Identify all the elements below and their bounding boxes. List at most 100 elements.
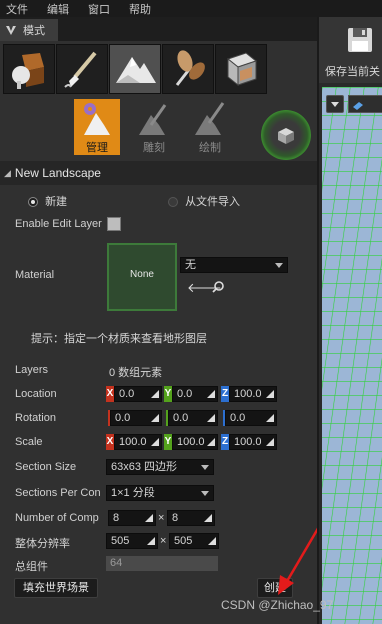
menu-file[interactable]: 文件 — [6, 1, 28, 17]
total-components-value: 64 — [106, 556, 218, 571]
manage-tool-button[interactable]: 管理 — [74, 99, 120, 155]
scale-y-axis: Y — [164, 434, 172, 450]
snap-tool-icon[interactable] — [261, 110, 311, 160]
rotation-y-value: 0.0 — [173, 412, 189, 424]
total-components-label: 总组件 — [15, 561, 48, 573]
material-thumbnail-text: None — [130, 269, 154, 280]
tab-modes[interactable]: 模式 — [0, 19, 58, 41]
rotation-x-value: 0.0 — [115, 412, 131, 424]
landscape-mode-icon — [116, 57, 156, 83]
drag-handle-icon — [145, 514, 153, 522]
overall-res-x-field[interactable]: 505 — [106, 533, 158, 549]
location-x-value: 0.0 — [119, 388, 135, 400]
drag-handle-icon — [266, 438, 274, 446]
cube-icon — [278, 128, 294, 144]
fill-world-button[interactable]: 填充世界场景 — [14, 578, 98, 598]
browse-search-icon[interactable] — [211, 280, 225, 297]
menu-help[interactable]: 帮助 — [129, 1, 151, 17]
manage-tool-icon — [84, 103, 110, 135]
scale-z-value: 100.0 — [234, 436, 262, 448]
number-of-comp-y-value: 8 — [172, 512, 179, 524]
paint-mode-button[interactable] — [56, 44, 108, 94]
enable-edit-layer-label: Enable Edit Layer — [15, 218, 102, 230]
sculpt-tool-icon — [139, 104, 167, 135]
place-mode-button[interactable] — [3, 44, 55, 94]
scale-x-field[interactable]: 100.0 — [114, 434, 162, 450]
location-z-field[interactable]: 100.0 — [229, 386, 277, 402]
sections-per-comp-combo[interactable]: 1×1 分段 — [106, 485, 214, 501]
geometry-mode-button[interactable] — [215, 44, 267, 94]
drag-handle-icon — [266, 390, 274, 398]
viewport-mode-button[interactable] — [348, 95, 382, 113]
section-size-combo[interactable]: 63x63 四边形 — [106, 459, 214, 475]
paint-brush-icon — [195, 102, 225, 135]
section-size-label: Section Size — [15, 461, 77, 473]
save-current-button[interactable]: 保存当前关 — [319, 17, 382, 83]
save-current-label: 保存当前关 — [325, 66, 380, 78]
landscape-grid — [322, 87, 382, 624]
overall-res-x-value: 505 — [111, 535, 130, 547]
foliage-mode-button[interactable] — [162, 44, 214, 94]
number-of-comp-sep: × — [158, 512, 165, 524]
tab-modes-label: 模式 — [23, 25, 45, 37]
section-size-value: 63x63 四边形 — [111, 461, 178, 473]
location-y-field[interactable]: 0.0 — [172, 386, 218, 402]
save-icon — [348, 28, 372, 52]
modes-panel: 模式 管理 雕刻 绘制 ◢ New Landscape 新建 从文件导入 Ena… — [0, 17, 322, 624]
material-thumbnail[interactable]: None — [107, 243, 177, 311]
paint-tool-label: 绘制 — [199, 142, 221, 154]
number-of-comp-y-field[interactable]: 8 — [167, 510, 215, 526]
scale-z-axis: Z — [221, 434, 229, 450]
section-header[interactable]: ◢ New Landscape — [0, 161, 317, 185]
level-editor-area: 保存当前关 — [317, 17, 382, 624]
radio-new[interactable]: 新建 — [28, 193, 67, 209]
material-combo-value: 无 — [185, 259, 196, 271]
perspective-icon — [353, 102, 363, 110]
radio-new-label: 新建 — [45, 196, 68, 208]
drag-handle-icon — [204, 514, 212, 522]
radio-import[interactable]: 从文件导入 — [168, 193, 240, 209]
enable-edit-layer-checkbox[interactable] — [107, 217, 121, 231]
radio-import-indicator — [168, 197, 178, 208]
drag-handle-icon — [208, 537, 216, 545]
number-of-comp-x-field[interactable]: 8 — [108, 510, 156, 526]
sections-per-comp-value: 1×1 分段 — [111, 487, 155, 499]
sections-per-comp-label: Sections Per Con — [15, 487, 101, 499]
overall-res-y-value: 505 — [174, 535, 193, 547]
landscape-mode-button[interactable] — [109, 44, 161, 94]
chevron-down-icon — [275, 263, 283, 268]
scale-y-field[interactable]: 100.0 — [172, 434, 218, 450]
manage-tool-label: 管理 — [86, 142, 108, 154]
number-of-comp-label: Number of Comp — [15, 512, 99, 524]
location-x-field[interactable]: 0.0 — [114, 386, 162, 402]
location-y-value: 0.0 — [177, 388, 193, 400]
rotation-y-field[interactable]: 0.0 — [168, 410, 218, 426]
drag-handle-icon — [266, 414, 274, 422]
menu-edit[interactable]: 编辑 — [47, 1, 69, 17]
paint-tool-button[interactable]: 绘制 — [187, 99, 233, 155]
mode-toolbar — [0, 41, 317, 97]
material-hint: 提示：指定一个材质来查看地形图层 — [31, 333, 207, 345]
location-z-value: 100.0 — [234, 388, 262, 400]
location-z-axis: Z — [221, 386, 229, 402]
section-title: New Landscape — [14, 166, 101, 180]
viewport-options-button[interactable] — [326, 95, 344, 113]
scale-z-field[interactable]: 100.0 — [229, 434, 277, 450]
geometry-mode-icon — [226, 52, 258, 87]
material-label: Material — [15, 269, 55, 281]
drag-handle-icon — [147, 537, 155, 545]
material-combo[interactable]: 无 — [180, 257, 288, 273]
sculpt-tool-label: 雕刻 — [143, 142, 165, 154]
overall-res-y-field[interactable]: 505 — [169, 533, 219, 549]
rotation-label: Rotation — [15, 412, 56, 424]
overall-res-sep: × — [160, 535, 167, 547]
menu-window[interactable]: 窗口 — [88, 1, 110, 17]
place-mode-icon — [12, 53, 44, 89]
rotation-x-field[interactable]: 0.0 — [110, 410, 162, 426]
location-label: Location — [15, 388, 57, 400]
layers-value: 0 数组元素 — [109, 367, 163, 379]
radio-import-label: 从文件导入 — [185, 196, 241, 208]
viewport[interactable] — [322, 87, 382, 624]
rotation-z-field[interactable]: 0.0 — [225, 410, 277, 426]
sculpt-tool-button[interactable]: 雕刻 — [131, 99, 177, 155]
